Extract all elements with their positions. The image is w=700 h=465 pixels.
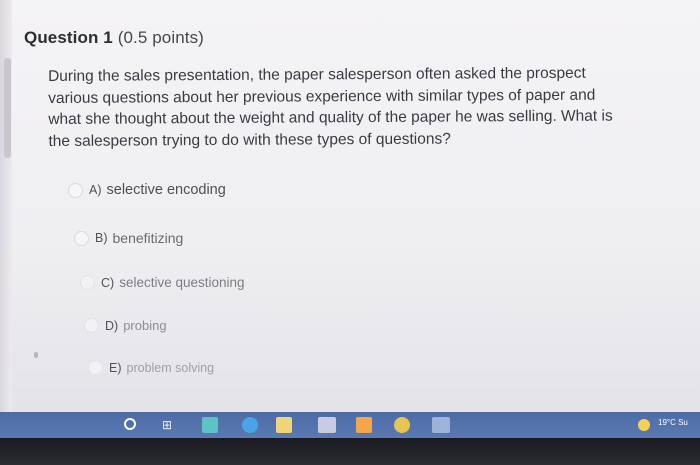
monitor-bezel xyxy=(0,438,700,465)
option-label: probing xyxy=(123,318,167,333)
left-scrollbar-thumb[interactable] xyxy=(4,58,11,158)
windows-taskbar: ⊞ xyxy=(0,412,700,438)
option-letter: D) xyxy=(105,318,119,333)
option-label: selective encoding xyxy=(106,182,226,198)
start-icon[interactable] xyxy=(124,418,136,430)
question-line: During the sales presentation, the paper… xyxy=(48,64,586,85)
option-letter: A) xyxy=(89,183,102,197)
left-scrollbar-track[interactable] xyxy=(0,0,12,412)
option-letter: B) xyxy=(95,231,108,245)
calendar-icon[interactable] xyxy=(318,417,336,433)
photos-icon[interactable] xyxy=(356,417,372,433)
option-c[interactable]: C) selective questioning xyxy=(80,275,245,290)
option-d[interactable]: D) probing xyxy=(84,318,167,333)
task-view-icon[interactable]: ⊞ xyxy=(162,417,178,433)
radio-button-e[interactable] xyxy=(88,360,103,375)
weather-icon[interactable] xyxy=(638,419,650,431)
radio-button-d[interactable] xyxy=(84,318,99,333)
question-title: Question 1 (0.5 points) xyxy=(24,28,204,48)
question-points: (0.5 points) xyxy=(117,28,204,47)
edge-icon[interactable] xyxy=(242,417,258,433)
app-icon[interactable] xyxy=(432,417,450,433)
radio-button-a[interactable] xyxy=(68,182,83,198)
question-line: what she thought about the weight and qu… xyxy=(48,107,613,128)
option-a[interactable]: A) selective encoding xyxy=(68,182,226,198)
option-letter: E) xyxy=(109,360,122,375)
flag-marker xyxy=(34,352,38,358)
option-b[interactable]: B) benefitizing xyxy=(74,230,183,246)
radio-button-b[interactable] xyxy=(74,230,89,246)
option-e[interactable]: E) problem solving xyxy=(88,360,214,375)
question-prompt: During the sales presentation, the paper… xyxy=(48,62,681,152)
option-label: benefitizing xyxy=(112,230,184,246)
option-letter: C) xyxy=(101,275,115,290)
folder-icon[interactable] xyxy=(276,417,292,433)
weather-readout[interactable]: 19°C Su xyxy=(658,418,688,427)
question-line: the salesperson trying to do with these … xyxy=(48,130,451,150)
store-icon[interactable] xyxy=(202,417,218,433)
chrome-icon[interactable] xyxy=(394,417,410,433)
option-label: problem solving xyxy=(126,360,215,375)
quiz-screen: Question 1 (0.5 points) During the sales… xyxy=(0,0,700,412)
question-number: Question 1 xyxy=(24,28,113,47)
radio-button-c[interactable] xyxy=(80,275,95,290)
option-label: selective questioning xyxy=(119,275,245,290)
